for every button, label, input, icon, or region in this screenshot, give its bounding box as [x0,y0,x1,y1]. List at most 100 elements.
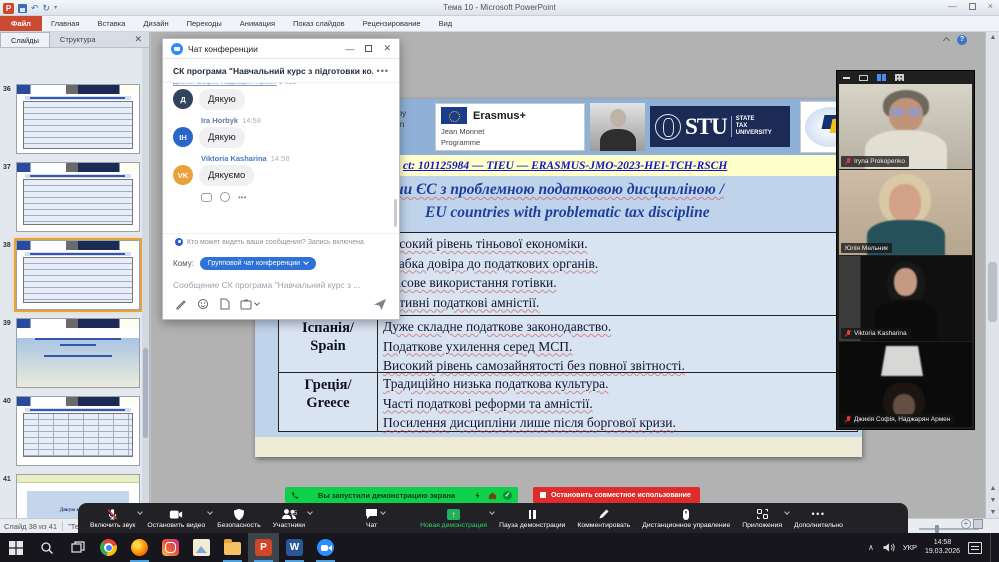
close-button[interactable]: × [988,1,993,11]
slides-panel-scrollbar[interactable] [142,48,149,518]
slide-footer-band [255,437,862,457]
channel-menu-icon[interactable]: ••• [377,66,389,76]
chat-button[interactable]: Чат [359,503,384,533]
new-share-button[interactable]: ↑ Новая демонстрация [414,503,493,533]
table-row: Греція/Greece Традиційно низька податков… [279,373,857,431]
tab-home[interactable]: Главная [42,16,89,31]
chat-privacy-notice: Кто может видеть ваши сообщения? Запись … [163,233,399,250]
taskbar-clock[interactable]: 14:58 19.03.2026 [925,539,960,556]
tab-file[interactable]: Файл [0,16,42,31]
slide-thumbnail-37[interactable]: 37 [0,162,143,234]
remote-control-button[interactable]: Дистанционное управление [636,503,736,533]
participants-chevron-icon[interactable] [307,509,313,515]
action-center-icon[interactable] [968,542,982,554]
stop-share-banner[interactable]: Остановить совместное использование [533,487,700,503]
pause-share-button[interactable]: Пауза демонстрации [493,503,571,533]
search-button[interactable] [31,533,62,562]
start-button[interactable] [0,533,31,562]
unmute-button[interactable]: Включить звук [84,503,141,533]
jean-monnet-photo [590,103,645,151]
scroll-up-icon[interactable]: ▲ [988,34,998,41]
zoom-slider[interactable]: + [919,528,979,530]
taskbar-firefox-icon[interactable] [124,533,155,562]
emoji-icon[interactable] [197,298,209,310]
format-icon[interactable] [175,298,187,310]
video-tile[interactable]: Viktoria Kasharina [839,256,972,341]
panel-close-icon[interactable]: ✕ [127,32,149,47]
gallery-view-icon[interactable] [877,74,886,81]
home-icon [488,491,497,500]
previous-slide-icon[interactable]: ▲ [988,485,998,492]
volume-icon[interactable] [882,542,895,553]
taskbar-chrome-icon[interactable] [93,533,124,562]
taskbar-zoom-icon[interactable] [310,533,341,562]
zoom-in-icon[interactable]: + [961,519,971,529]
tab-insert[interactable]: Вставка [89,16,135,31]
minimize-button[interactable]: — [948,1,957,11]
tab-transitions[interactable]: Переходы [178,16,231,31]
more-actions-icon[interactable]: ••• [238,193,246,202]
taskbar-powerpoint-icon[interactable]: P [248,533,279,562]
slide-scrollbar[interactable]: ▲ ▲ ▼ ▼ [985,32,999,518]
chat-message: IH Дякую [173,127,389,148]
ribbon-collapse-icon[interactable] [943,36,950,43]
show-desktop-strip[interactable] [990,533,993,562]
attach-file-icon[interactable] [219,298,230,310]
video-tile[interactable]: Iryna Prokopenko [839,84,972,169]
slide-thumbnail-39[interactable]: 39 [0,318,143,390]
chat-window-controls: — ✕ [345,43,391,54]
video-tile[interactable]: Джикія Софія, Наджарян Армен [839,342,972,427]
taskbar-word-icon[interactable]: W [279,533,310,562]
chat-chevron-icon[interactable] [380,509,386,515]
slide-thumbnail-40[interactable]: 40 [0,396,143,468]
tab-outline[interactable]: Структура [50,32,106,47]
chat-scrollbar[interactable] [394,199,397,227]
tab-slides-thumbnails[interactable]: Слайды [0,32,50,47]
stu-logo: STU STATETAXUNIVERSITY [650,106,790,147]
tab-view[interactable]: Вид [430,16,462,31]
apps-button[interactable]: Приложения [736,503,788,533]
tab-design[interactable]: Дизайн [134,16,177,31]
maximize-button[interactable] [969,3,976,10]
task-view-button[interactable] [62,533,93,562]
windows-taskbar: P W ∧ УКР 14:58 19.03.2026 [0,533,999,562]
chat-input[interactable] [173,280,389,290]
reply-icon[interactable] [201,193,212,202]
security-button[interactable]: Безопасность [211,503,266,533]
more-button[interactable]: ••• Дополнительно [788,503,849,533]
share-screen-icon: ↑ [447,509,460,520]
stu-abbr: STU [685,114,727,140]
fit-to-window-icon[interactable] [973,519,983,529]
language-indicator[interactable]: УКР [903,543,917,552]
chat-maximize-button[interactable] [365,45,372,52]
chat-minimize-button[interactable]: — [345,44,354,54]
chat-close-button[interactable]: ✕ [383,43,391,54]
next-slide-icon[interactable]: ▼ [988,497,998,504]
chat-channel-header[interactable]: СК програма "Навчальний курс з підготовк… [163,59,399,83]
add-reaction-icon[interactable] [220,192,230,202]
stop-video-button[interactable]: Остановить видео [141,503,211,533]
slide-thumbnail-38[interactable]: 38 [0,240,143,312]
slide-thumbnail-36[interactable]: 36 [0,84,143,156]
send-icon[interactable] [373,298,387,311]
annotate-button[interactable]: Комментировать [571,503,636,533]
minimize-videos-icon[interactable] [843,77,850,79]
grid-view-icon[interactable] [895,74,904,81]
tab-slideshow[interactable]: Показ слайдов [284,16,354,31]
participants-button[interactable]: 15 Участники [267,503,311,533]
screenshot-icon[interactable] [240,299,259,310]
scroll-down-icon[interactable]: ▼ [988,509,998,516]
help-icon[interactable]: ? [957,35,967,45]
speaker-view-icon[interactable] [859,75,868,81]
taskbar-explorer-icon[interactable] [217,533,248,562]
taskbar-photos-icon[interactable] [186,533,217,562]
avatar: IH [173,127,193,147]
tab-animation[interactable]: Анимация [231,16,284,31]
slide-number: 40 [3,398,11,405]
hidden-icons-chevron-icon[interactable]: ∧ [868,543,874,552]
video-tile[interactable]: Юлія Мельник [839,170,972,255]
recipient-select[interactable]: Групповой чат конференции [200,257,316,270]
tab-review[interactable]: Рецензирование [354,16,430,31]
scrollbar-thumb[interactable] [988,262,997,322]
taskbar-instagram-icon[interactable] [155,533,186,562]
